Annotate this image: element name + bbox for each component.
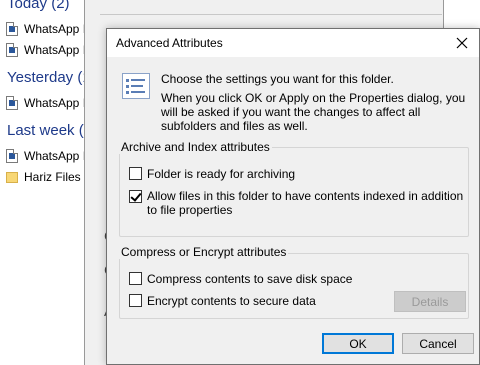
encrypt-label[interactable]: Encrypt contents to secure data	[147, 294, 316, 308]
advanced-attributes-dialog: Advanced Attributes Choose the settings …	[106, 28, 480, 365]
document-icon	[6, 43, 18, 57]
info-description: When you click OK or Apply on the Proper…	[161, 91, 466, 133]
folder-name: Hariz Files	[24, 170, 81, 184]
dialog-title: Advanced Attributes	[116, 36, 223, 50]
archiving-checkbox[interactable]	[129, 167, 142, 180]
document-icon	[6, 149, 18, 163]
close-button[interactable]	[445, 29, 479, 57]
file-name: WhatsApp I	[24, 96, 87, 110]
group-header-last-week[interactable]: Last week (2	[7, 122, 92, 139]
file-item[interactable]: WhatsApp I	[6, 147, 86, 165]
dialog-titlebar[interactable]: Advanced Attributes	[107, 29, 479, 57]
cancel-button[interactable]: Cancel	[402, 333, 474, 354]
file-name: WhatsApp I	[24, 43, 87, 57]
group-header-yesterday[interactable]: Yesterday (1	[7, 69, 91, 86]
archive-group-label: Archive and Index attributes	[119, 140, 272, 154]
file-item[interactable]: WhatsApp I	[6, 20, 86, 38]
indexing-label[interactable]: Allow files in this folder to have conte…	[147, 189, 467, 217]
file-name: WhatsApp I	[24, 149, 87, 163]
folder-settings-icon	[122, 73, 150, 99]
compress-checkbox[interactable]	[129, 272, 142, 285]
compress-group-label: Compress or Encrypt attributes	[119, 245, 289, 259]
ok-button[interactable]: OK	[322, 333, 394, 354]
encrypt-checkbox[interactable]	[129, 294, 142, 307]
file-item[interactable]: WhatsApp I	[6, 41, 86, 59]
group-header-today[interactable]: Today (2)	[7, 0, 70, 12]
document-icon	[6, 22, 18, 36]
compress-label[interactable]: Compress contents to save disk space	[147, 272, 352, 286]
file-name: WhatsApp I	[24, 22, 87, 36]
info-heading: Choose the settings you want for this fo…	[161, 72, 394, 86]
archiving-label[interactable]: Folder is ready for archiving	[147, 167, 295, 181]
folder-item[interactable]: Hariz Files	[6, 168, 81, 186]
folder-icon	[6, 171, 18, 183]
indexing-checkbox[interactable]	[129, 190, 142, 203]
close-icon	[456, 37, 468, 49]
details-button[interactable]: Details	[394, 291, 466, 312]
document-icon	[6, 96, 18, 110]
file-item[interactable]: WhatsApp I	[6, 94, 86, 112]
